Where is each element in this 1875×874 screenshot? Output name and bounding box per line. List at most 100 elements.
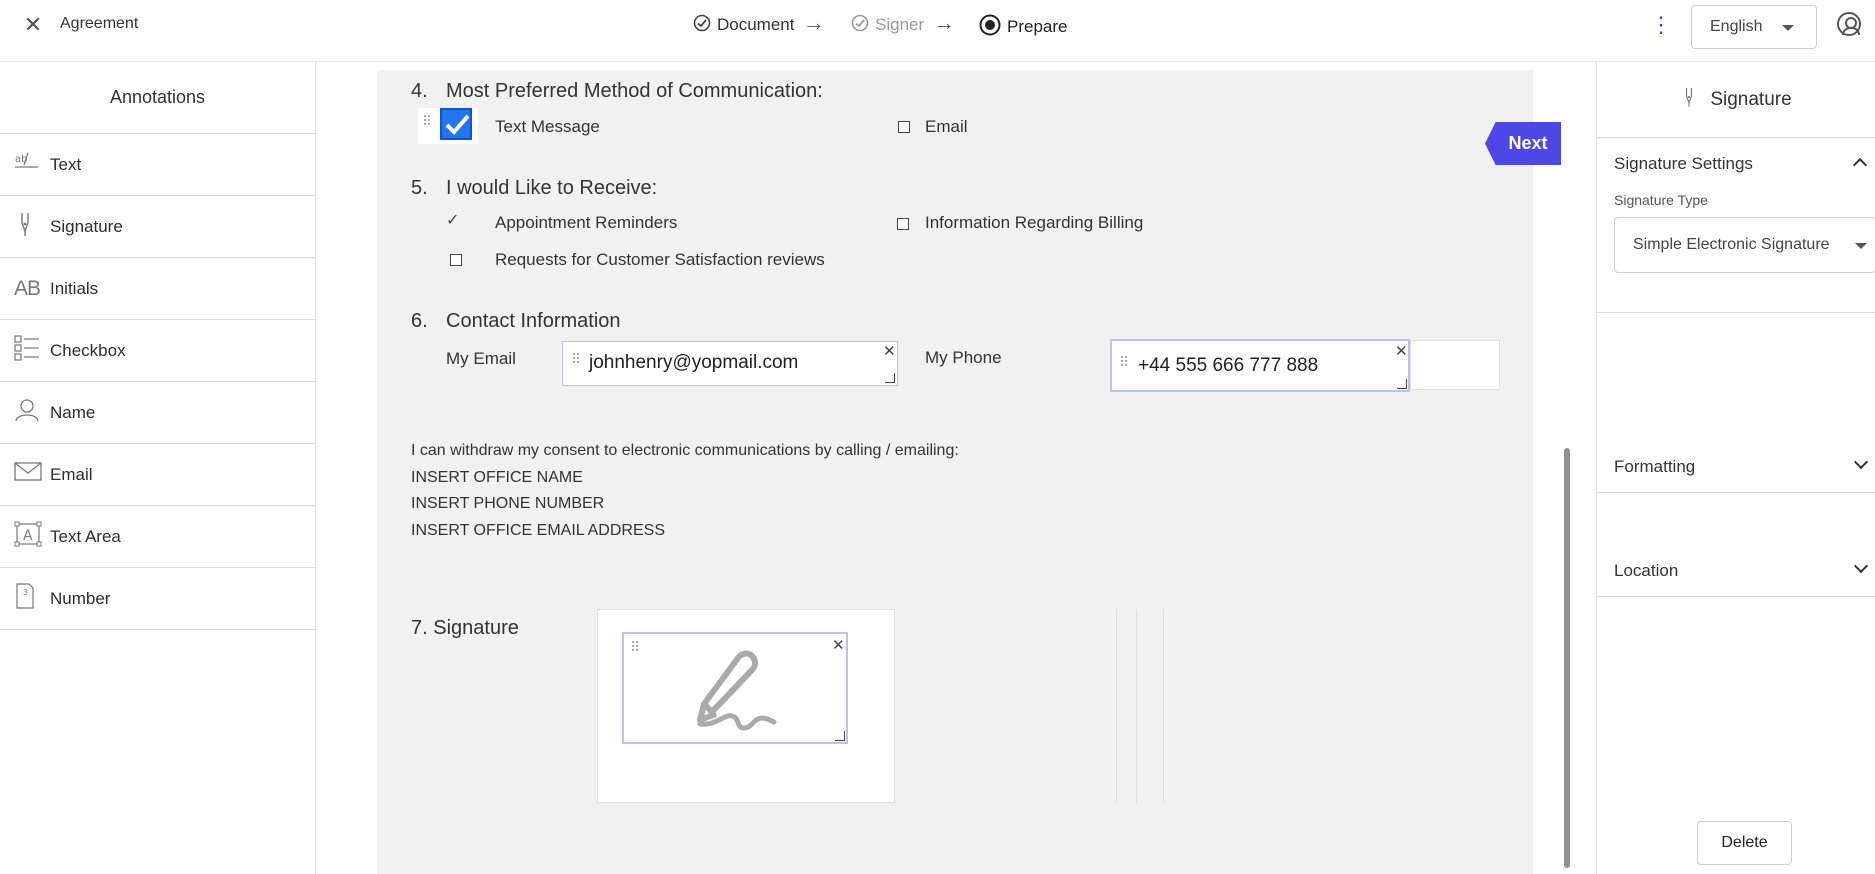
step-signer-label: Signer <box>875 15 925 34</box>
signature-pen-icon <box>1680 85 1698 115</box>
checkbox-checked[interactable] <box>440 108 472 140</box>
reviews-option-checkbox[interactable] <box>450 254 462 266</box>
signature-settings-toggle[interactable]: Signature Settings <box>1597 138 1875 190</box>
annotation-email[interactable]: Email <box>0 444 315 506</box>
annotations-title: Annotations <box>0 62 315 134</box>
text-message-checkbox-field[interactable]: ⠿ <box>418 108 478 144</box>
signature-pen-icon <box>686 642 782 739</box>
annotation-checkbox[interactable]: Checkbox <box>0 320 315 382</box>
option-email: Email <box>925 117 968 136</box>
document-scrollbar[interactable] <box>1564 448 1570 868</box>
my-email-label: My Email <box>446 349 516 368</box>
location-label: Location <box>1614 560 1679 580</box>
section-4-title: Most Preferred Method of Communication: <box>446 80 823 102</box>
phone-field[interactable]: ⠿ +44 555 666 777 888 ✕ <box>1110 339 1410 392</box>
signature-settings-label: Signature Settings <box>1614 154 1753 173</box>
language-value: English <box>1710 18 1763 35</box>
delete-button[interactable]: Delete <box>1697 821 1792 865</box>
envelope-icon <box>14 462 44 487</box>
check-circle-icon <box>693 14 711 36</box>
text-area-icon: A <box>14 521 44 552</box>
consent-line-4: INSERT OFFICE EMAIL ADDRESS <box>411 521 665 539</box>
annotation-text[interactable]: ab Text <box>0 134 315 196</box>
step-prepare[interactable]: Prepare <box>979 14 1067 40</box>
drag-handle-icon[interactable]: ⠿ <box>1119 356 1130 370</box>
language-select[interactable]: English <box>1691 5 1817 49</box>
annotation-name[interactable]: Name <box>0 382 315 444</box>
email-option-checkbox[interactable] <box>898 121 910 133</box>
billing-option-checkbox[interactable] <box>897 218 909 230</box>
step-signer[interactable]: Signer <box>851 14 924 36</box>
annotation-text-area-label: Text Area <box>50 526 121 546</box>
arrow-right-icon: → <box>803 10 825 35</box>
annotation-text-area[interactable]: A Text Area <box>0 506 315 568</box>
section-5-number: 5. <box>411 177 428 199</box>
consent-text-block: I can withdraw my consent to electronic … <box>411 438 959 544</box>
annotation-initials-label: Initials <box>50 278 99 298</box>
email-field-value: johnhenry@yopmail.com <box>589 352 799 373</box>
radio-selected-icon <box>979 14 1001 40</box>
annotation-name-label: Name <box>50 402 96 422</box>
drag-handle-icon[interactable]: ⠿ <box>571 353 582 367</box>
option-satisfaction-reviews: Requests for Customer Satisfaction revie… <box>495 250 825 269</box>
step-prepare-label: Prepare <box>1007 17 1068 36</box>
step-document-label: Document <box>717 15 795 34</box>
formatting-toggle[interactable]: Formatting <box>1597 441 1875 493</box>
section-6-number: 6. <box>411 310 428 332</box>
annotation-initials[interactable]: AB Initials <box>0 258 315 320</box>
check-circle-icon <box>851 14 869 36</box>
divider <box>1116 609 1117 803</box>
section-5-title: I would Like to Receive: <box>446 177 658 199</box>
option-billing-info: Information Regarding Billing <box>925 213 1144 232</box>
profile-icon[interactable] <box>1837 12 1861 36</box>
annotation-signature-label: Signature <box>50 216 123 236</box>
next-button[interactable]: Next <box>1485 122 1561 165</box>
my-phone-label: My Phone <box>925 348 1002 367</box>
document-title: Agreement <box>60 15 139 32</box>
signature-type-value: Simple Electronic Signature <box>1633 236 1830 253</box>
chevron-down-icon <box>1853 454 1869 470</box>
initials-icon: AB <box>14 276 41 300</box>
svg-text:3: 3 <box>23 588 28 597</box>
signature-type-label: Signature Type <box>1614 192 1708 208</box>
resize-handle-icon[interactable] <box>835 731 845 741</box>
text-icon: ab <box>14 151 44 178</box>
checkmark-icon[interactable]: ✓ <box>446 210 459 230</box>
signature-field[interactable]: ⠿ ✕ <box>622 632 848 744</box>
more-options-icon[interactable]: ⋮ <box>1650 14 1672 38</box>
divider <box>1136 609 1137 803</box>
remove-field-icon[interactable]: ✕ <box>832 638 845 653</box>
properties-panel: Signature Signature Settings Signature T… <box>1596 62 1875 874</box>
chevron-up-icon <box>1852 157 1868 173</box>
caret-down-icon <box>1855 243 1867 249</box>
properties-header: Signature <box>1597 62 1875 138</box>
arrow-right-icon: → <box>933 10 955 35</box>
drag-handle-icon[interactable]: ⠿ <box>630 641 641 655</box>
consent-line-1: I can withdraw my consent to electronic … <box>411 442 959 459</box>
resize-handle-icon[interactable] <box>1397 379 1407 389</box>
step-document[interactable]: Document <box>693 14 794 36</box>
remove-field-icon[interactable]: ✕ <box>1395 344 1408 359</box>
annotation-email-label: Email <box>50 464 93 484</box>
annotation-number[interactable]: 3 Number <box>0 568 315 630</box>
resize-handle-icon[interactable] <box>885 373 895 383</box>
email-field[interactable]: ⠿ johnhenry@yopmail.com ✕ <box>562 341 898 386</box>
top-bar: ✕ Agreement Document → Signer → Prepare … <box>0 0 1875 62</box>
annotation-signature[interactable]: Signature <box>0 196 315 258</box>
document-margin-left <box>340 70 377 874</box>
section-4-number: 4. <box>411 80 428 102</box>
signature-type-select[interactable]: Simple Electronic Signature <box>1614 217 1875 273</box>
annotation-text-label: Text <box>50 154 82 174</box>
section-6-title: Contact Information <box>446 310 621 332</box>
drag-handle-icon[interactable]: ⠿ <box>422 115 433 129</box>
checkbox-list-icon <box>14 335 44 366</box>
location-toggle[interactable]: Location <box>1597 545 1875 597</box>
number-icon: 3 <box>14 583 44 614</box>
annotations-sidebar: Annotations ab Text Signature AB Initial… <box>0 62 316 874</box>
remove-field-icon[interactable]: ✕ <box>883 344 896 359</box>
annotation-checkbox-label: Checkbox <box>50 340 126 360</box>
properties-title: Signature <box>1710 88 1792 110</box>
consent-line-3: INSERT PHONE NUMBER <box>411 495 605 512</box>
close-icon[interactable]: ✕ <box>22 14 44 36</box>
phone-field-value: +44 555 666 777 888 <box>1138 355 1319 376</box>
